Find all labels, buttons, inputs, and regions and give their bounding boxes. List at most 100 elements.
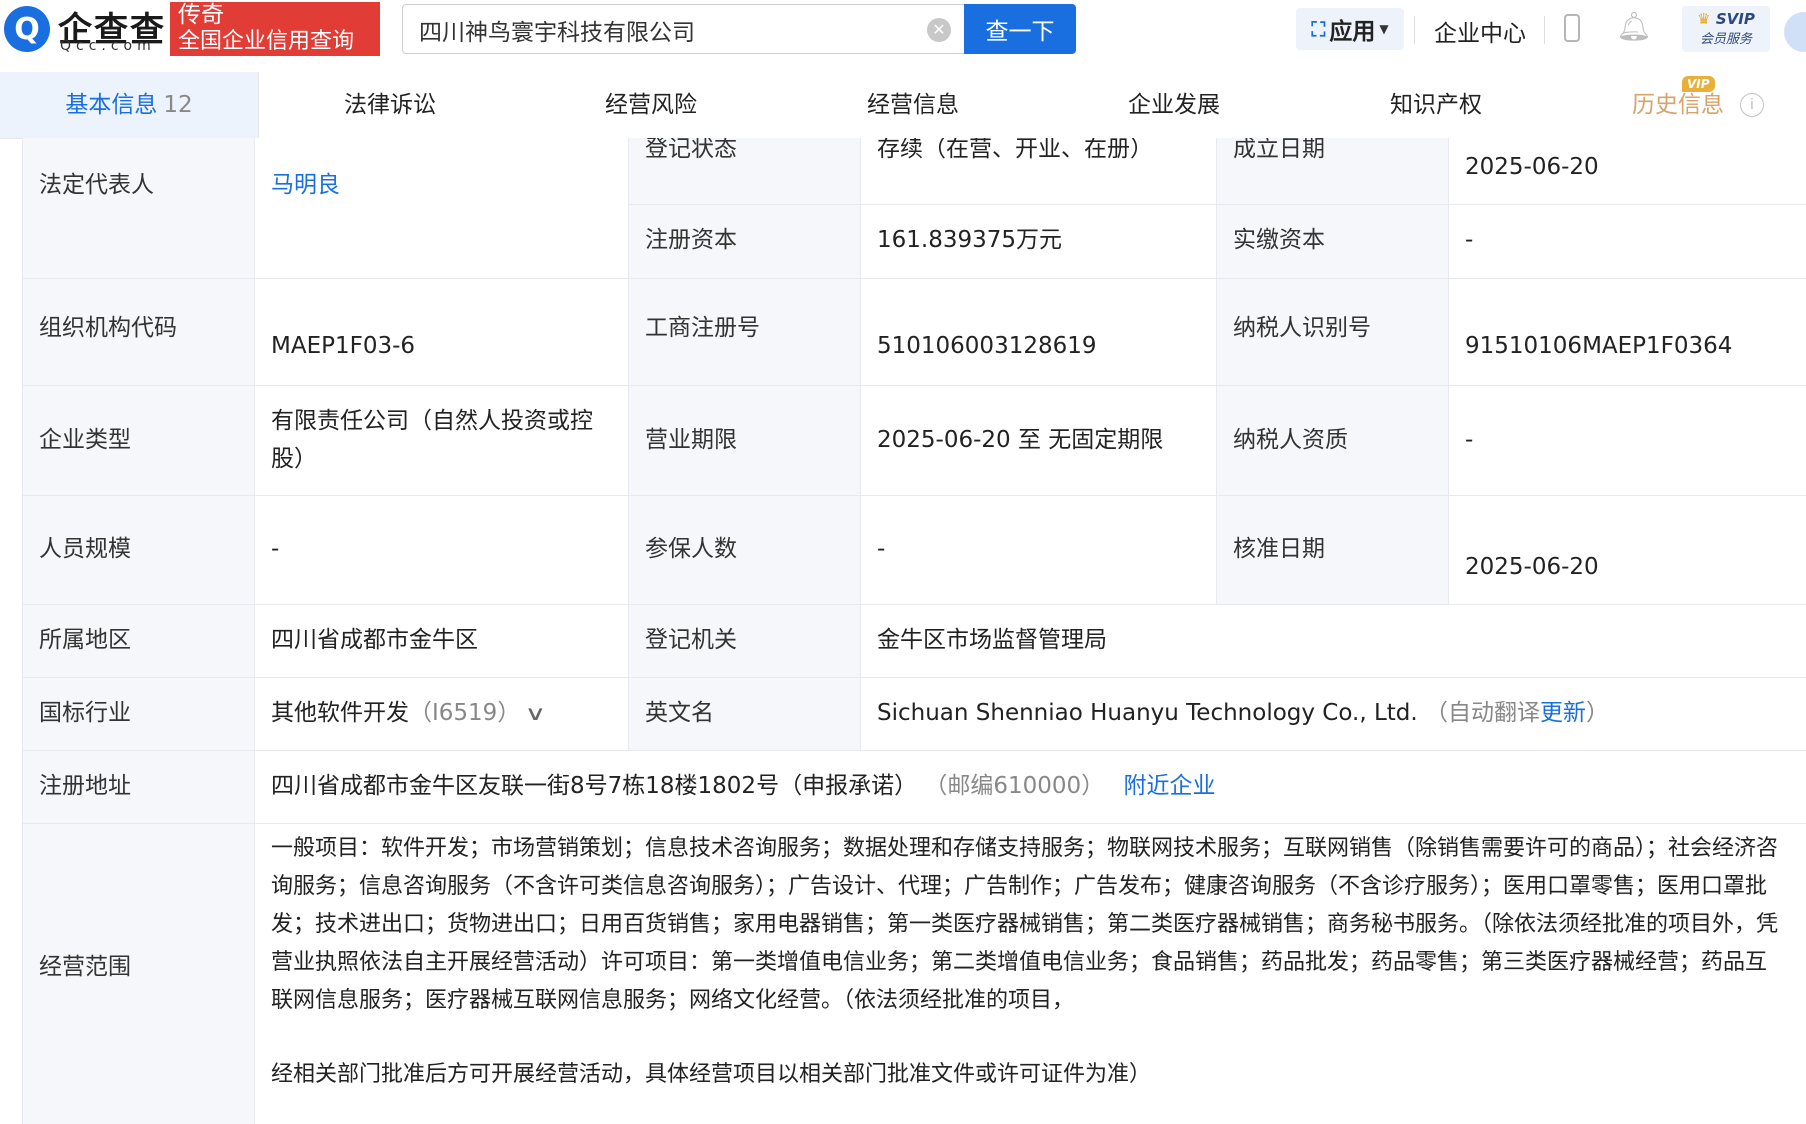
label-cell: 人员规模 <box>22 496 254 604</box>
search-button[interactable]: 查一下 <box>964 4 1076 54</box>
postcode: （邮编610000） <box>924 773 1105 799</box>
svip-subtitle: 会员服务 <box>1699 32 1752 47</box>
tab-business[interactable]: 经营信息 <box>867 72 959 138</box>
staff-size-label: 人员规模 <box>39 536 131 562</box>
value-cell: Sichuan Shenniao Huanyu Technology Co., … <box>860 678 1806 750</box>
legal-rep-link[interactable]: 马明良 <box>271 166 612 204</box>
table-row: 注册地址 四川省成都市金牛区友联一街8号7栋18楼1802号（申报承诺） （邮编… <box>22 751 1806 824</box>
enterprise-center-link[interactable]: 企业中心 <box>1434 14 1526 48</box>
top-header: Q 企查查 Qcc.com 传奇 全国企业信用查询 ✕ 查一下 ⛶ 应用 ▼ 企… <box>0 0 1806 73</box>
label-cell: 经营范围 <box>22 824 254 1124</box>
insured-value: - <box>877 536 886 562</box>
tab-development[interactable]: 企业发展 <box>1128 72 1220 138</box>
value-cell: 四川省成都市金牛区 <box>254 605 628 677</box>
chevron-down-icon[interactable]: ∨ <box>525 694 547 732</box>
svip-badge[interactable]: ♛ SVIP 会员服务 <box>1682 6 1770 52</box>
label-cell: 国标行业 <box>22 678 254 750</box>
address-label: 注册地址 <box>39 773 131 799</box>
address-text: 四川省成都市金牛区友联一街8号7栋18楼1802号（申报承诺） <box>271 773 918 799</box>
section-tabs: 基本信息 12 法律诉讼 经营风险 经营信息 企业发展 知识产权 历史信息 VIP… <box>0 72 1806 139</box>
value-cell: 2025-06-20 <box>1448 496 1806 604</box>
paid-capital-value: - <box>1465 227 1474 253</box>
reg-capital-label: 注册资本 <box>645 227 737 253</box>
avatar[interactable] <box>1784 12 1806 52</box>
value-cell: 161.839375万元 <box>860 205 1216 278</box>
taxpayer-qual-label: 纳税人资质 <box>1233 427 1348 453</box>
label-cell: 英文名 <box>628 678 860 750</box>
english-name-text: Sichuan Shenniao Huanyu Technology Co., … <box>877 700 1418 726</box>
slogan-line1: 传奇 <box>178 2 224 28</box>
label-cell: 参保人数 <box>628 496 860 604</box>
taxpayer-id-value: 91510106MAEP1F0364 <box>1465 333 1733 359</box>
value-cell: 一般项目：软件开发；市场营销策划；信息技术咨询服务；数据处理和存储支持服务；物联… <box>254 824 1806 1124</box>
label-cell: 注册地址 <box>22 751 254 823</box>
label-cell: 注册资本 <box>628 205 860 278</box>
org-code-label: 组织机构代码 <box>39 315 177 341</box>
vip-tag: VIP <box>1682 76 1715 92</box>
found-date-value: 2025-06-20 <box>1465 154 1599 180</box>
value-cell: 2025-06-20 <box>1448 138 1806 205</box>
value-cell: 其他软件开发（I6519） ∨ <box>254 678 628 750</box>
apps-grid-icon: ⛶ <box>1311 17 1326 41</box>
value-cell: 91510106MAEP1F0364 <box>1448 279 1806 385</box>
region-value: 四川省成都市金牛区 <box>271 627 478 653</box>
divider <box>1414 16 1415 44</box>
label-cell: 成立日期 <box>1216 138 1448 205</box>
org-code-value: MAEP1F03-6 <box>271 333 416 359</box>
clear-icon[interactable]: ✕ <box>927 18 951 42</box>
approve-date-value: 2025-06-20 <box>1465 554 1599 580</box>
reg-status-label: 登记状态 <box>645 138 737 162</box>
tab-ip[interactable]: 知识产权 <box>1390 72 1482 138</box>
divider <box>1544 16 1545 44</box>
phone-icon[interactable] <box>1564 14 1580 42</box>
table-row: 企业类型 有限责任公司（自然人投资或控股） 营业期限 2025-06-20 至 … <box>22 386 1806 496</box>
value-cell: - <box>254 496 628 604</box>
value-cell: - <box>860 496 1216 604</box>
translate-prefix: （自动翻译 <box>1425 700 1541 726</box>
industry-value[interactable]: 其他软件开发（I6519） ∨ <box>271 694 612 732</box>
table-row: 组织机构代码 MAEP1F03-6 工商注册号 510106003128619 … <box>22 279 1806 386</box>
label-cell: 核准日期 <box>1216 496 1448 604</box>
table-row: 人员规模 - 参保人数 - 核准日期 2025-06-20 <box>22 496 1806 605</box>
label-cell: 所属地区 <box>22 605 254 677</box>
search-box: ✕ <box>402 4 964 55</box>
taxpayer-qual-value: - <box>1465 427 1474 453</box>
slogan-line2: 全国企业信用查询 <box>178 29 355 54</box>
region-label: 所属地区 <box>39 627 131 653</box>
bell-icon[interactable]: 🔔︎ <box>1616 10 1652 43</box>
qcc-logo-icon[interactable]: Q <box>4 6 50 52</box>
logo-domain: Qcc.com <box>60 38 156 54</box>
apps-menu-button[interactable]: ⛶ 应用 ▼ <box>1296 8 1404 50</box>
tab-basic-count: 12 <box>163 92 193 118</box>
label-cell: 纳税人识别号 <box>1216 279 1448 385</box>
reg-capital-value: 161.839375万元 <box>877 227 1063 253</box>
industry-name: 其他软件开发 <box>271 700 409 726</box>
reg-authority-label: 登记机关 <box>645 627 737 653</box>
value-cell: 2025-06-20 至 无固定期限 <box>860 386 1216 495</box>
translate-suffix: ） <box>1586 700 1610 726</box>
biz-reg-no-label: 工商注册号 <box>645 315 760 341</box>
info-icon[interactable]: i <box>1740 93 1764 117</box>
scope-label: 经营范围 <box>39 954 131 980</box>
basic-info-table: 法定代表人 马明良 登记状态 存续（在营、开业、在册） 成立日期 2025-06… <box>22 138 1806 1124</box>
business-scope-text: 一般项目：软件开发；市场营销策划；信息技术咨询服务；数据处理和存储支持服务；物联… <box>271 836 1779 1013</box>
search-input[interactable] <box>417 5 911 55</box>
tab-risk[interactable]: 经营风险 <box>605 72 697 138</box>
industry-label: 国标行业 <box>39 700 131 726</box>
tab-legal[interactable]: 法律诉讼 <box>344 72 436 138</box>
nearby-companies-link[interactable]: 附近企业 <box>1124 773 1216 799</box>
slogan-banner: 传奇 全国企业信用查询 <box>170 2 380 56</box>
english-name-value: Sichuan Shenniao Huanyu Technology Co., … <box>877 694 1790 732</box>
ent-type-value: 有限责任公司（自然人投资或控股） <box>271 408 593 472</box>
label-cell: 企业类型 <box>22 386 254 495</box>
taxpayer-id-label: 纳税人识别号 <box>1233 315 1371 341</box>
translate-update-link[interactable]: 更新 <box>1540 700 1586 726</box>
biz-term-label: 营业期限 <box>645 427 737 453</box>
biz-term-value: 2025-06-20 至 无固定期限 <box>877 427 1164 453</box>
table-row: 所属地区 四川省成都市金牛区 登记机关 金牛区市场监督管理局 <box>22 605 1806 678</box>
staff-size-value: - <box>271 536 280 562</box>
business-scope-text-tail: 经相关部门批准后方可开展经营活动，具体经营项目以相关部门批准文件或许可证件为准） <box>271 1062 1152 1087</box>
label-cell: 营业期限 <box>628 386 860 495</box>
tab-basic-info[interactable]: 基本信息 12 <box>0 72 259 138</box>
ent-type-label: 企业类型 <box>39 427 131 453</box>
